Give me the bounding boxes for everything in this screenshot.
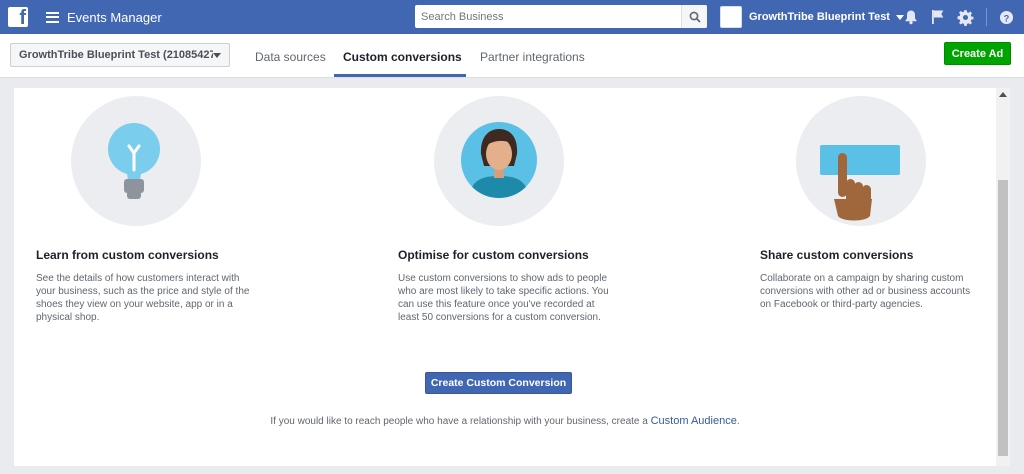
footnote-text: If you would like to reach people who ha… <box>270 416 651 427</box>
custom-audience-note: If you would like to reach people who ha… <box>14 415 996 427</box>
gear-icon[interactable] <box>957 9 974 26</box>
custom-audience-link[interactable]: Custom Audience <box>651 415 737 427</box>
feature-illustration <box>71 96 201 226</box>
custom-conversions-intro-panel: Learn from custom conversions See the de… <box>14 88 996 466</box>
menu-icon[interactable] <box>46 11 59 23</box>
person-icon <box>461 122 537 198</box>
search-box <box>415 5 707 28</box>
search-button[interactable] <box>681 5 707 28</box>
tab-data-sources[interactable]: Data sources <box>255 50 326 64</box>
feature-illustration <box>796 96 926 226</box>
top-icons: ? <box>903 8 1014 26</box>
feature-illustration <box>434 96 564 226</box>
bell-icon[interactable] <box>903 9 919 25</box>
account-avatar <box>720 6 742 28</box>
flag-icon[interactable] <box>931 9 945 25</box>
account-switcher[interactable]: GrowthTribe Blueprint Test <box>720 6 904 28</box>
lightbulb-icon <box>108 123 160 199</box>
toolbar-divider <box>986 8 987 26</box>
feature-title: Share custom conversions <box>760 248 914 262</box>
top-navigation-bar: f Events Manager GrowthTribe Blueprint T… <box>0 0 1024 34</box>
hand-pointer-icon <box>820 145 900 221</box>
search-icon <box>689 11 701 23</box>
scrollbar-thumb[interactable] <box>998 180 1008 456</box>
secondary-bar: GrowthTribe Blueprint Test (210854278...… <box>0 34 1024 78</box>
feature-description: Collaborate on a campaign by sharing cus… <box>760 273 971 310</box>
scroll-up-icon[interactable] <box>999 92 1007 97</box>
create-ad-button[interactable]: Create Ad <box>944 42 1011 65</box>
ad-account-dropdown-label: GrowthTribe Blueprint Test (210854278... <box>19 49 213 61</box>
tab-custom-conversions[interactable]: Custom conversions <box>343 50 462 64</box>
feature-description: See the details of how customers interac… <box>36 273 250 323</box>
footnote-suffix: . <box>736 416 740 427</box>
chevron-down-icon <box>213 52 221 58</box>
feature-description: Use custom conversions to show ads to pe… <box>398 273 609 323</box>
feature-title: Learn from custom conversions <box>36 248 219 262</box>
svg-text:?: ? <box>1004 13 1010 23</box>
ad-account-dropdown[interactable]: GrowthTribe Blueprint Test (210854278... <box>10 43 230 67</box>
search-input[interactable] <box>415 5 681 28</box>
active-tab-indicator <box>334 74 466 77</box>
page-scrollbar[interactable] <box>996 88 1010 466</box>
feature-title: Optimise for custom conversions <box>398 248 589 262</box>
create-custom-conversion-button[interactable]: Create Custom Conversion <box>425 372 572 394</box>
help-icon[interactable]: ? <box>999 10 1014 25</box>
app-title: Events Manager <box>67 9 162 25</box>
account-name: GrowthTribe Blueprint Test <box>749 11 890 23</box>
facebook-logo-icon[interactable]: f <box>8 7 28 28</box>
tab-partner-integrations[interactable]: Partner integrations <box>480 50 585 64</box>
